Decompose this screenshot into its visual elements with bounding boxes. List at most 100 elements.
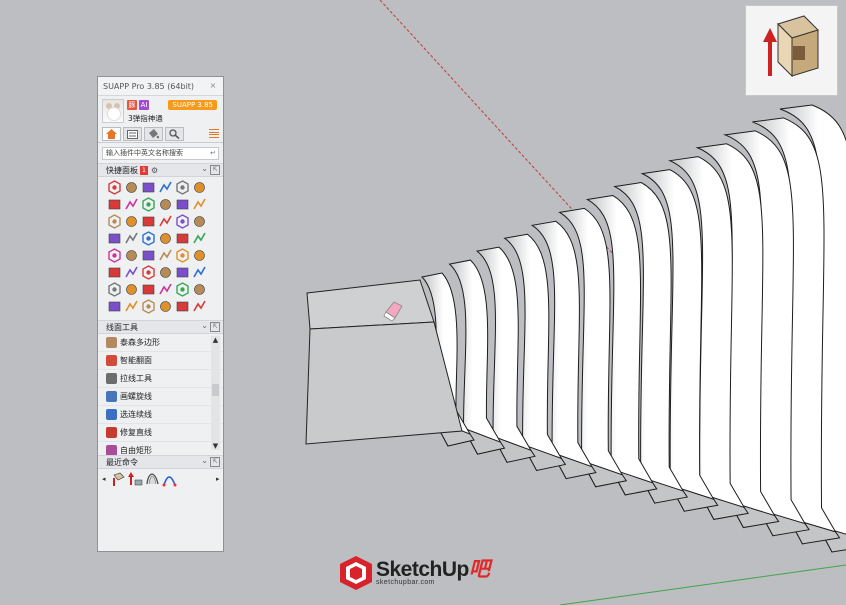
quick-tool-icon[interactable] xyxy=(158,231,173,246)
plugin-search-input[interactable]: 输入插件中英文名称搜索 ↵ xyxy=(102,147,219,160)
line-tools-list: 泰森多边形 智能翻面 拉线工具 画螺旋线 选连续线 修复直线 自由矩形 ▲ ▼ xyxy=(98,334,223,460)
quick-tool-icon[interactable] xyxy=(192,265,207,280)
tool-icon xyxy=(106,427,117,438)
tab-home[interactable] xyxy=(102,127,121,141)
tab-material[interactable] xyxy=(144,127,163,141)
quick-tool-icon[interactable] xyxy=(124,197,139,212)
popout-icon[interactable]: ⇱ xyxy=(210,457,220,467)
quick-tool-icon[interactable] xyxy=(141,180,156,195)
quick-tool-icon[interactable] xyxy=(192,282,207,297)
quick-tool-icon[interactable] xyxy=(141,214,156,229)
quick-tool-icon[interactable] xyxy=(107,214,122,229)
quick-tool-icon[interactable] xyxy=(124,265,139,280)
quick-tool-icon[interactable] xyxy=(158,214,173,229)
quick-tool-icon[interactable] xyxy=(124,282,139,297)
recent-label: 最近命令 xyxy=(106,457,138,467)
quick-tool-icon[interactable] xyxy=(192,214,207,229)
quick-tool-icon[interactable] xyxy=(158,299,173,314)
sketchupbar-logo: SketchUp吧 sketchupbar.com xyxy=(339,553,490,593)
quick-tool-icon[interactable] xyxy=(175,265,190,280)
quick-tool-icon[interactable] xyxy=(158,265,173,280)
quick-tool-icon[interactable] xyxy=(141,248,156,263)
quick-tool-icon[interactable] xyxy=(107,197,122,212)
close-icon[interactable]: × xyxy=(208,81,218,91)
suapp-version-button[interactable]: SUAPP 3.85 xyxy=(168,100,217,110)
search-placeholder: 输入插件中英文名称搜索 xyxy=(106,149,183,157)
chevron-down-icon[interactable]: ⌄ xyxy=(201,456,208,465)
panel-titlebar[interactable]: SUAPP Pro 3.85 (64bit) × xyxy=(98,77,223,96)
quick-tool-icon[interactable] xyxy=(141,299,156,314)
quick-tool-icon[interactable] xyxy=(158,282,173,297)
quick-tool-icon[interactable] xyxy=(175,282,190,297)
recent-header[interactable]: 最近命令 ⌄ ⇱ xyxy=(98,455,223,469)
line-tools-header[interactable]: 线面工具 ⌄ ⇱ xyxy=(98,320,223,334)
tab-search[interactable] xyxy=(165,127,184,141)
menu-list-icon[interactable] xyxy=(209,128,219,139)
popout-icon[interactable]: ⇱ xyxy=(210,165,220,175)
chevron-down-icon[interactable]: ⌄ xyxy=(201,164,208,173)
recent-tool-icon[interactable] xyxy=(162,472,177,487)
quick-tool-icon[interactable] xyxy=(107,231,122,246)
tool-item[interactable]: 画螺旋线 xyxy=(98,388,223,406)
quick-tool-icon[interactable] xyxy=(124,248,139,263)
panel-tabs xyxy=(98,126,223,143)
quick-tool-icon[interactable] xyxy=(192,299,207,314)
quick-tool-icon[interactable] xyxy=(192,180,207,195)
front-view-icon[interactable] xyxy=(745,5,838,96)
tool-item[interactable]: 拉线工具 xyxy=(98,370,223,388)
next-arrow-icon[interactable]: ▸ xyxy=(216,475,223,483)
tool-item[interactable]: 泰森多边形 xyxy=(98,334,223,352)
quick-tool-icon[interactable] xyxy=(175,231,190,246)
recent-tool-icon[interactable] xyxy=(145,472,160,487)
quick-tool-icon[interactable] xyxy=(175,180,190,195)
quick-tool-icon[interactable] xyxy=(175,248,190,263)
tool-item[interactable]: 选连续线 xyxy=(98,406,223,424)
quick-tool-icon[interactable] xyxy=(124,231,139,246)
quick-tool-icon[interactable] xyxy=(158,197,173,212)
enter-icon[interactable]: ↵ xyxy=(210,148,216,159)
vip-badge[interactable]: 豚 xyxy=(127,100,137,110)
quick-tool-icon[interactable] xyxy=(192,248,207,263)
tool-list-scrollbar[interactable]: ▲ ▼ xyxy=(211,336,220,450)
scroll-up-icon[interactable]: ▲ xyxy=(211,336,220,344)
quick-tool-icon[interactable] xyxy=(107,282,122,297)
recent-tool-icon[interactable] xyxy=(128,471,143,487)
quick-panel-header[interactable]: 快捷面板 1 ⚙ ⌄ ⇱ xyxy=(98,163,223,177)
tab-library[interactable] xyxy=(123,127,142,141)
prev-arrow-icon[interactable]: ◂ xyxy=(102,475,109,483)
quick-tool-icon[interactable] xyxy=(175,299,190,314)
quick-tool-icon[interactable] xyxy=(107,180,122,195)
ribbon-model[interactable] xyxy=(420,104,846,553)
quick-panel-label: 快捷面板 xyxy=(106,165,138,175)
quick-tool-icon[interactable] xyxy=(124,214,139,229)
avatar[interactable] xyxy=(102,99,124,123)
ai-badge[interactable]: AI xyxy=(139,100,149,110)
quick-tool-icon[interactable] xyxy=(192,197,207,212)
green-axis xyxy=(559,564,846,605)
quick-tool-icon[interactable] xyxy=(107,265,122,280)
tool-icon xyxy=(106,355,117,366)
quick-tool-icon[interactable] xyxy=(141,197,156,212)
quick-tool-icon[interactable] xyxy=(175,214,190,229)
scroll-thumb[interactable] xyxy=(212,384,219,396)
tool-icon xyxy=(106,409,117,420)
gear-icon[interactable]: ⚙ xyxy=(151,166,158,175)
quick-tool-icon[interactable] xyxy=(141,282,156,297)
quick-tool-icon[interactable] xyxy=(124,299,139,314)
recent-tool-icon[interactable] xyxy=(111,472,126,487)
tool-item[interactable]: 智能翻面 xyxy=(98,352,223,370)
quick-tool-icon[interactable] xyxy=(141,265,156,280)
popout-icon[interactable]: ⇱ xyxy=(210,322,220,332)
quick-tool-icon[interactable] xyxy=(107,248,122,263)
chevron-down-icon[interactable]: ⌄ xyxy=(201,321,208,330)
quick-tool-icon[interactable] xyxy=(192,231,207,246)
quick-tool-icon[interactable] xyxy=(158,248,173,263)
tool-item[interactable]: 修复直线 xyxy=(98,424,223,442)
quick-tool-icon[interactable] xyxy=(158,180,173,195)
scroll-down-icon[interactable]: ▼ xyxy=(211,442,220,450)
quick-tool-icon[interactable] xyxy=(124,180,139,195)
quick-tool-icon[interactable] xyxy=(107,299,122,314)
quick-tool-icon[interactable] xyxy=(141,231,156,246)
quick-tool-icon[interactable] xyxy=(175,197,190,212)
suapp-panel[interactable]: SUAPP Pro 3.85 (64bit) × 豚 AI SUAPP 3.85… xyxy=(97,76,224,552)
